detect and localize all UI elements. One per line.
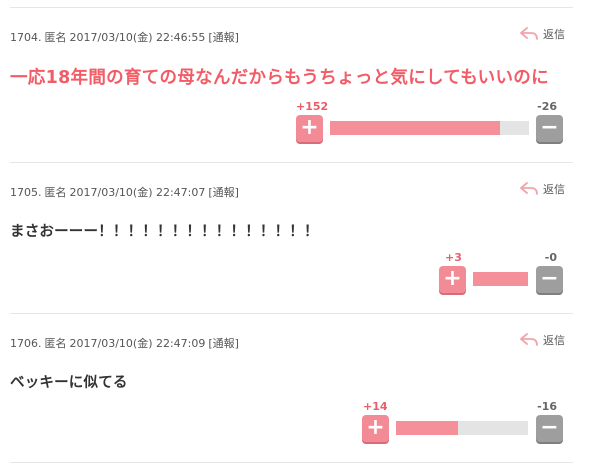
- report-link[interactable]: [通報]: [208, 337, 239, 350]
- plus-count: +3: [445, 251, 462, 264]
- comment-text: ベッキーに似てる: [10, 375, 128, 391]
- plus-count: +14: [363, 400, 388, 413]
- comment-meta: 1704. 匿名 2017/03/10(金) 22:46:55 [通報]: [10, 29, 239, 45]
- comment-1705: 1705. 匿名 2017/03/10(金) 22:47:07 [通報] 返信 まさお…: [10, 175, 573, 310]
- comment-author: 匿名: [44, 186, 67, 199]
- vote-bar: [330, 121, 529, 135]
- reply-label: 返信: [543, 183, 565, 196]
- reply-button[interactable]: 返信: [520, 332, 565, 348]
- vote-bar-fill: [330, 121, 500, 135]
- comment-datetime: 2017/03/10(金) 22:47:07: [69, 186, 206, 199]
- report-link[interactable]: [通報]: [208, 186, 239, 199]
- divider: [10, 162, 573, 163]
- plus-button[interactable]: +: [296, 115, 323, 142]
- comment-meta: 1705. 匿名 2017/03/10(金) 22:47:07 [通報]: [10, 184, 239, 200]
- reply-button[interactable]: 返信: [520, 26, 565, 42]
- comment-1706: 1706. 匿名 2017/03/10(金) 22:47:09 [通報] 返信 ベッキ…: [10, 326, 573, 461]
- comment-text: 一応18年間の育ての母なんだからもうちょっと気にしてもいいのに: [10, 68, 549, 88]
- vote-widget: +3 -0 + −: [438, 251, 563, 295]
- vote-widget: +14 -16 + −: [361, 400, 563, 444]
- vote-bar: [396, 421, 528, 435]
- minus-button[interactable]: −: [536, 115, 563, 142]
- comment-meta: 1706. 匿名 2017/03/10(金) 22:47:09 [通報]: [10, 335, 239, 351]
- vote-bar: [473, 272, 528, 286]
- divider: [10, 313, 573, 314]
- plus-count: +152: [296, 100, 329, 113]
- comment-author: 匿名: [44, 31, 67, 44]
- divider: [10, 7, 573, 8]
- vote-bar-fill: [473, 272, 528, 286]
- divider: [10, 462, 573, 463]
- comment-author: 匿名: [44, 337, 67, 350]
- comment-number: 1704.: [10, 31, 42, 44]
- reply-button[interactable]: 返信: [520, 181, 565, 197]
- report-link[interactable]: [通報]: [208, 31, 239, 44]
- minus-button[interactable]: −: [536, 415, 563, 442]
- vote-bar-fill: [396, 421, 458, 435]
- comment-text: まさおーーー！！！！！！！！！！！！！！！: [10, 224, 319, 240]
- comment-datetime: 2017/03/10(金) 22:46:55: [69, 31, 206, 44]
- reply-arrow-icon: [520, 182, 538, 195]
- comment-1704: 1704. 匿名 2017/03/10(金) 22:46:55 [通報] 返信 一応1…: [10, 20, 573, 160]
- reply-arrow-icon: [520, 333, 538, 346]
- minus-count: -26: [537, 100, 557, 113]
- plus-button[interactable]: +: [439, 266, 466, 293]
- comment-number: 1706.: [10, 337, 42, 350]
- reply-label: 返信: [543, 334, 565, 347]
- minus-button[interactable]: −: [536, 266, 563, 293]
- vote-widget: +152 -26 + −: [295, 100, 563, 144]
- comment-datetime: 2017/03/10(金) 22:47:09: [69, 337, 206, 350]
- reply-label: 返信: [543, 28, 565, 41]
- reply-arrow-icon: [520, 27, 538, 40]
- minus-count: -16: [537, 400, 557, 413]
- plus-button[interactable]: +: [362, 415, 389, 442]
- comment-number: 1705.: [10, 186, 42, 199]
- minus-count: -0: [544, 251, 557, 264]
